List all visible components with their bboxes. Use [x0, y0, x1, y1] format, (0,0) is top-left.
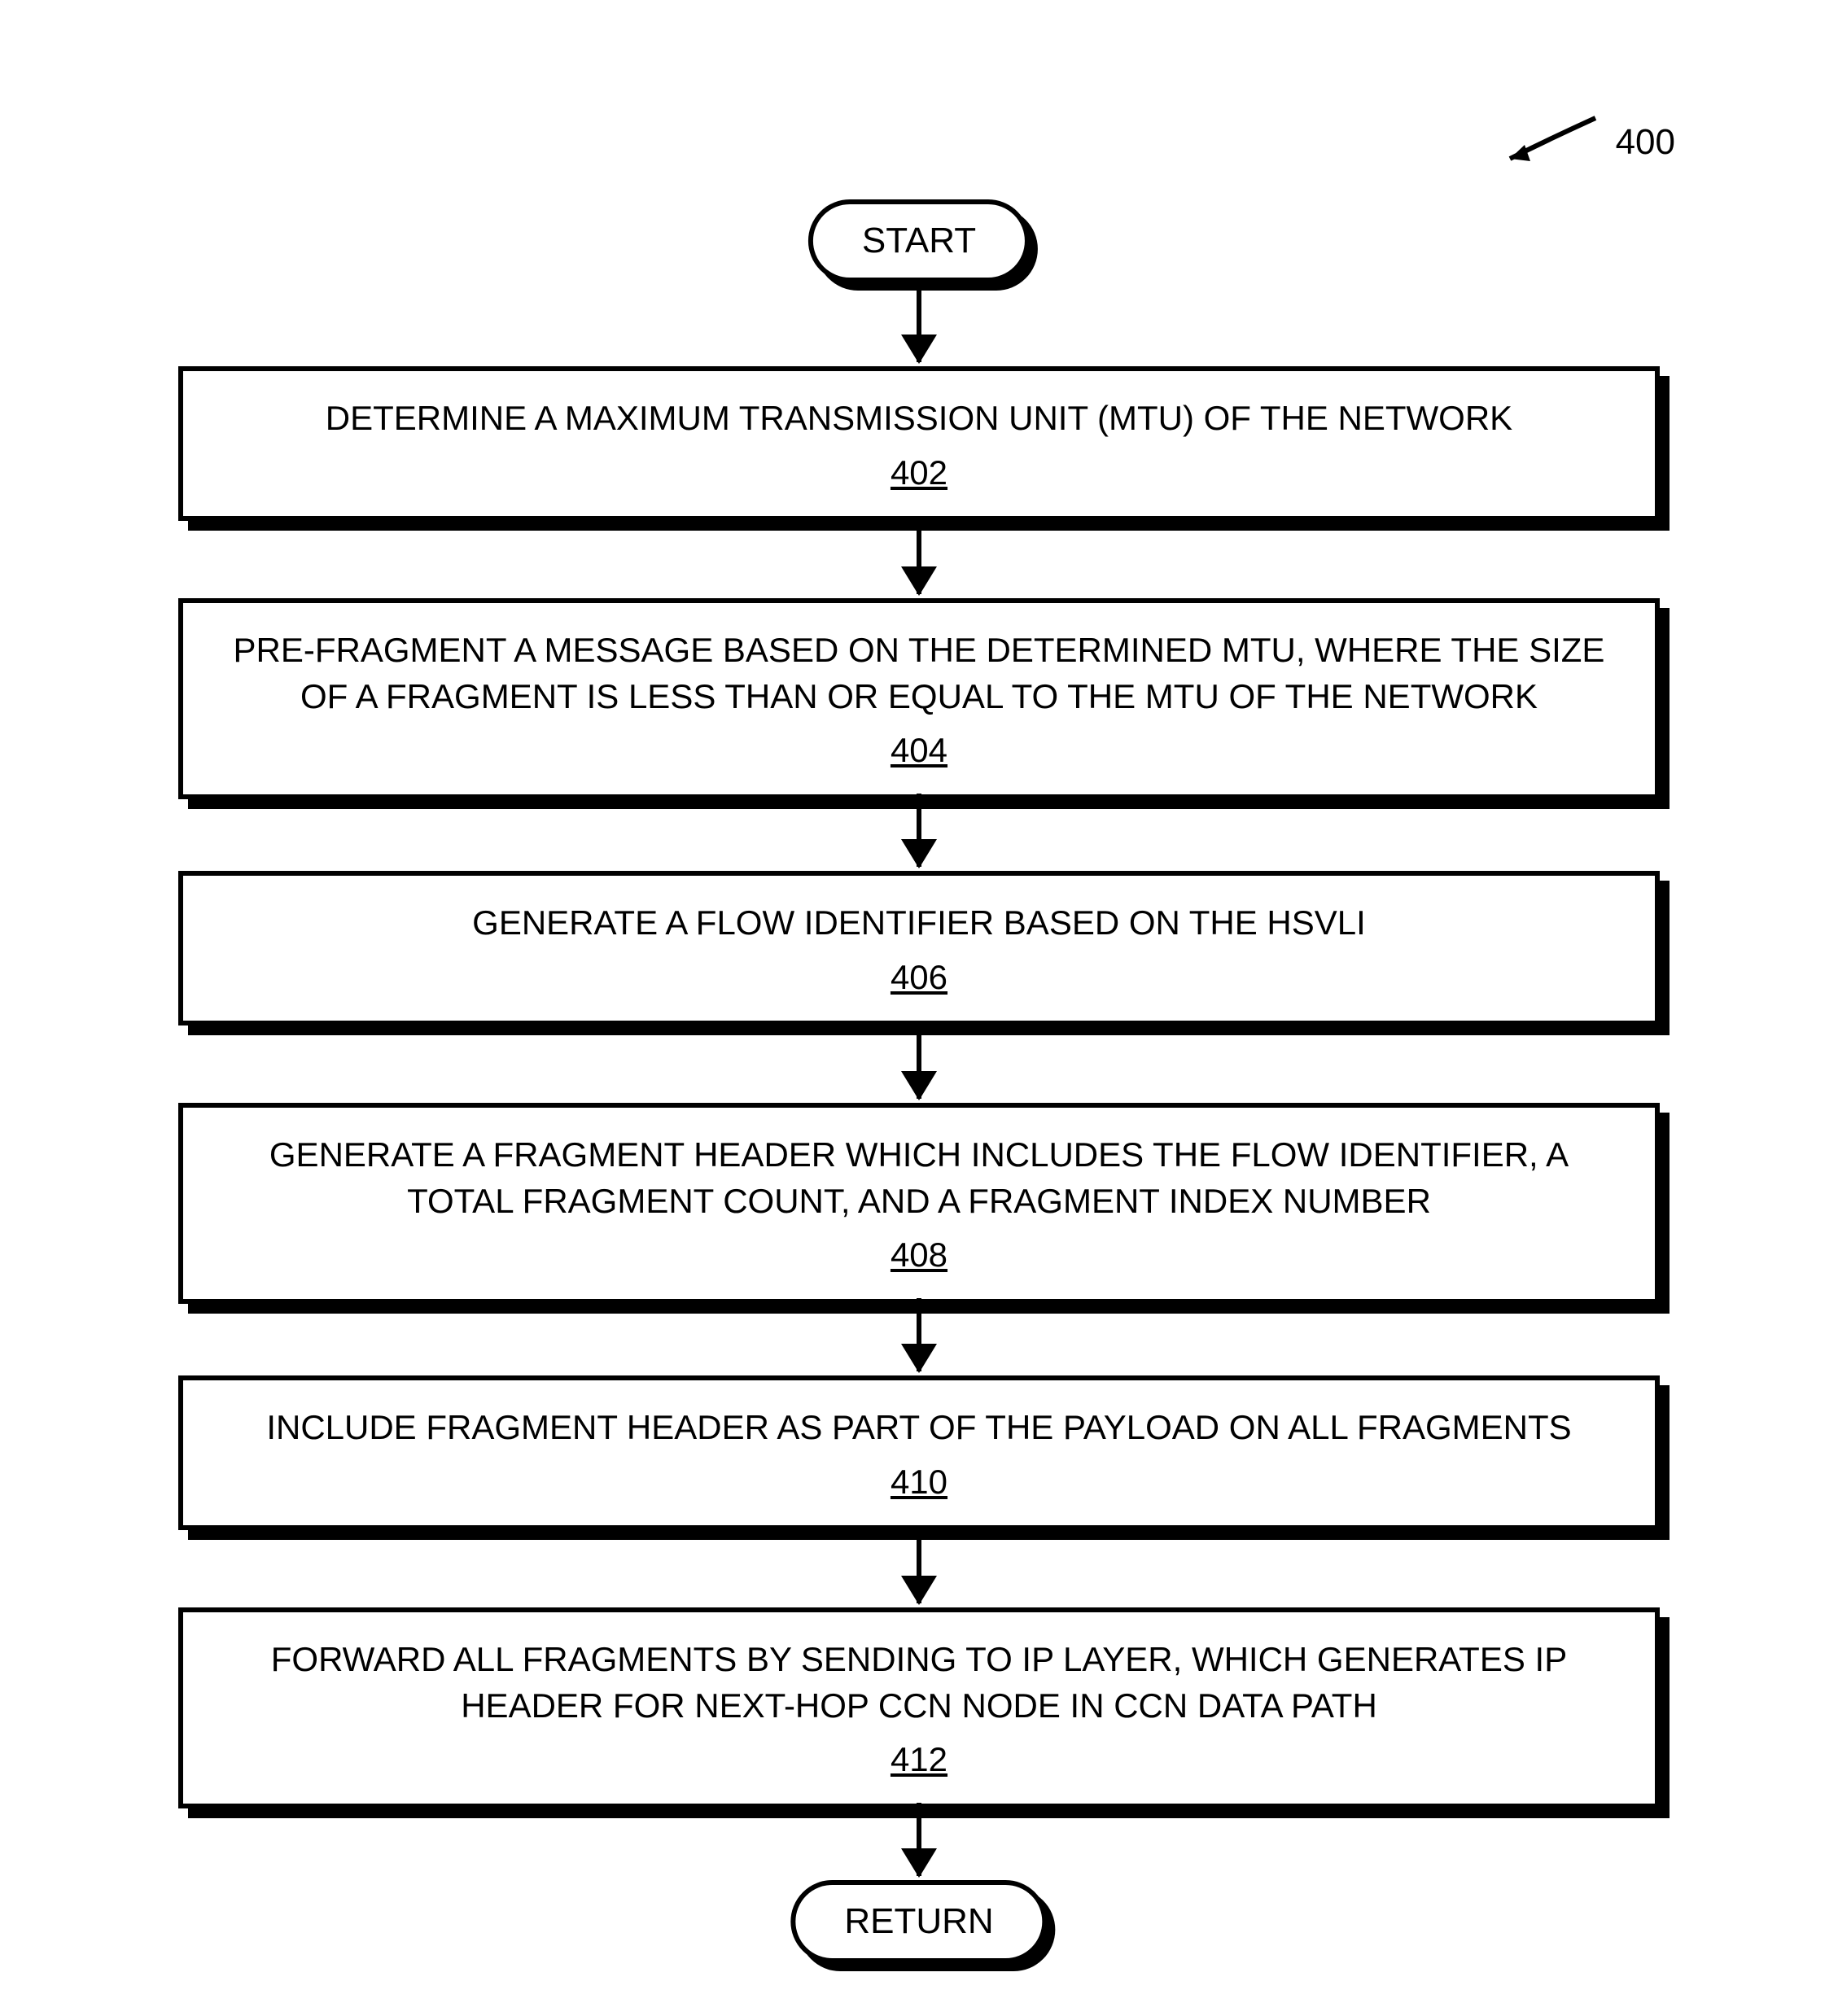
return-terminator: RETURN: [790, 1880, 1047, 1963]
step-text: INCLUDE FRAGMENT HEADER AS PART OF THE P…: [224, 1405, 1614, 1451]
arrow-icon: [917, 1025, 921, 1099]
step-text: GENERATE A FRAGMENT HEADER WHICH INCLUDE…: [224, 1132, 1614, 1224]
step-ref: 402: [224, 450, 1614, 496]
process-step-406: GENERATE A FLOW IDENTIFIER BASED ON THE …: [178, 871, 1660, 1025]
process-step-404: PRE-FRAGMENT A MESSAGE BASED ON THE DETE…: [178, 598, 1660, 799]
step-text: PRE-FRAGMENT A MESSAGE BASED ON THE DETE…: [224, 628, 1614, 719]
step-ref: 406: [224, 955, 1614, 1001]
process-step-402: DETERMINE A MAXIMUM TRANSMISSION UNIT (M…: [178, 366, 1660, 521]
arrow-icon: [917, 521, 921, 594]
figure-label: 400: [1494, 114, 1675, 171]
figure-number: 400: [1616, 122, 1675, 163]
process-step-410: INCLUDE FRAGMENT HEADER AS PART OF THE P…: [178, 1375, 1660, 1530]
start-label: START: [862, 221, 976, 260]
process-step-412: FORWARD ALL FRAGMENTS BY SENDING TO IP L…: [178, 1607, 1660, 1808]
start-terminator: START: [808, 199, 1030, 282]
step-text: DETERMINE A MAXIMUM TRANSMISSION UNIT (M…: [224, 396, 1614, 442]
arrow-icon: [917, 1530, 921, 1603]
arrow-icon: [917, 794, 921, 867]
step-text: FORWARD ALL FRAGMENTS BY SENDING TO IP L…: [224, 1637, 1614, 1729]
step-text: GENERATE A FLOW IDENTIFIER BASED ON THE …: [224, 900, 1614, 947]
process-step-408: GENERATE A FRAGMENT HEADER WHICH INCLUDE…: [178, 1103, 1660, 1304]
arrow-icon: [917, 289, 921, 362]
arrow-icon: [917, 1803, 921, 1876]
step-ref: 408: [224, 1232, 1614, 1279]
step-ref: 410: [224, 1459, 1614, 1506]
step-ref: 404: [224, 728, 1614, 774]
figure-arrow-icon: [1494, 114, 1599, 171]
step-ref: 412: [224, 1737, 1614, 1783]
return-label: RETURN: [844, 1901, 993, 1941]
arrow-icon: [917, 1298, 921, 1371]
